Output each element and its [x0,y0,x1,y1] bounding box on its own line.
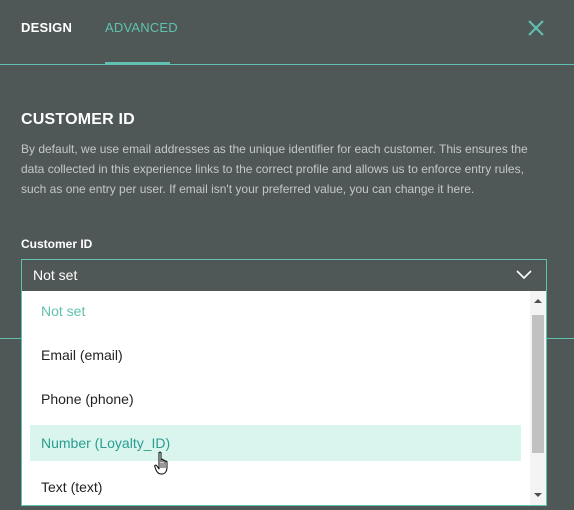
select-current-value: Not set [33,267,78,283]
divider [0,338,22,339]
option-email[interactable]: Email (email) [30,337,521,373]
customer-id-label: Customer ID [21,237,93,251]
tab-design[interactable]: DESIGN [21,20,72,35]
option-phone[interactable]: Phone (phone) [30,381,521,417]
scroll-down-arrow-icon[interactable] [530,487,546,503]
divider [546,338,574,339]
active-tab-indicator [105,62,170,65]
close-button[interactable] [525,17,547,39]
scroll-up-arrow-icon[interactable] [530,293,546,309]
hand-pointer-icon [154,451,168,475]
panel-header: DESIGN ADVANCED [0,0,574,65]
option-not-set[interactable]: Not set [30,293,521,329]
customer-id-dropdown-list: Not set Email (email) Phone (phone) Numb… [21,291,547,506]
option-text[interactable]: Text (text) [30,469,521,505]
scrollbar-thumb[interactable] [532,315,544,453]
tab-advanced[interactable]: ADVANCED [105,20,178,35]
dropdown-scrollbar[interactable] [530,291,546,505]
option-number-loyalty-id[interactable]: Number (Loyalty_ID) [30,425,521,461]
customer-id-select[interactable]: Not set [21,259,547,291]
section-description: By default, we use email addresses as th… [21,142,528,196]
close-icon [528,20,544,36]
chevron-down-icon [516,270,532,280]
section-title: CUSTOMER ID [21,111,135,128]
